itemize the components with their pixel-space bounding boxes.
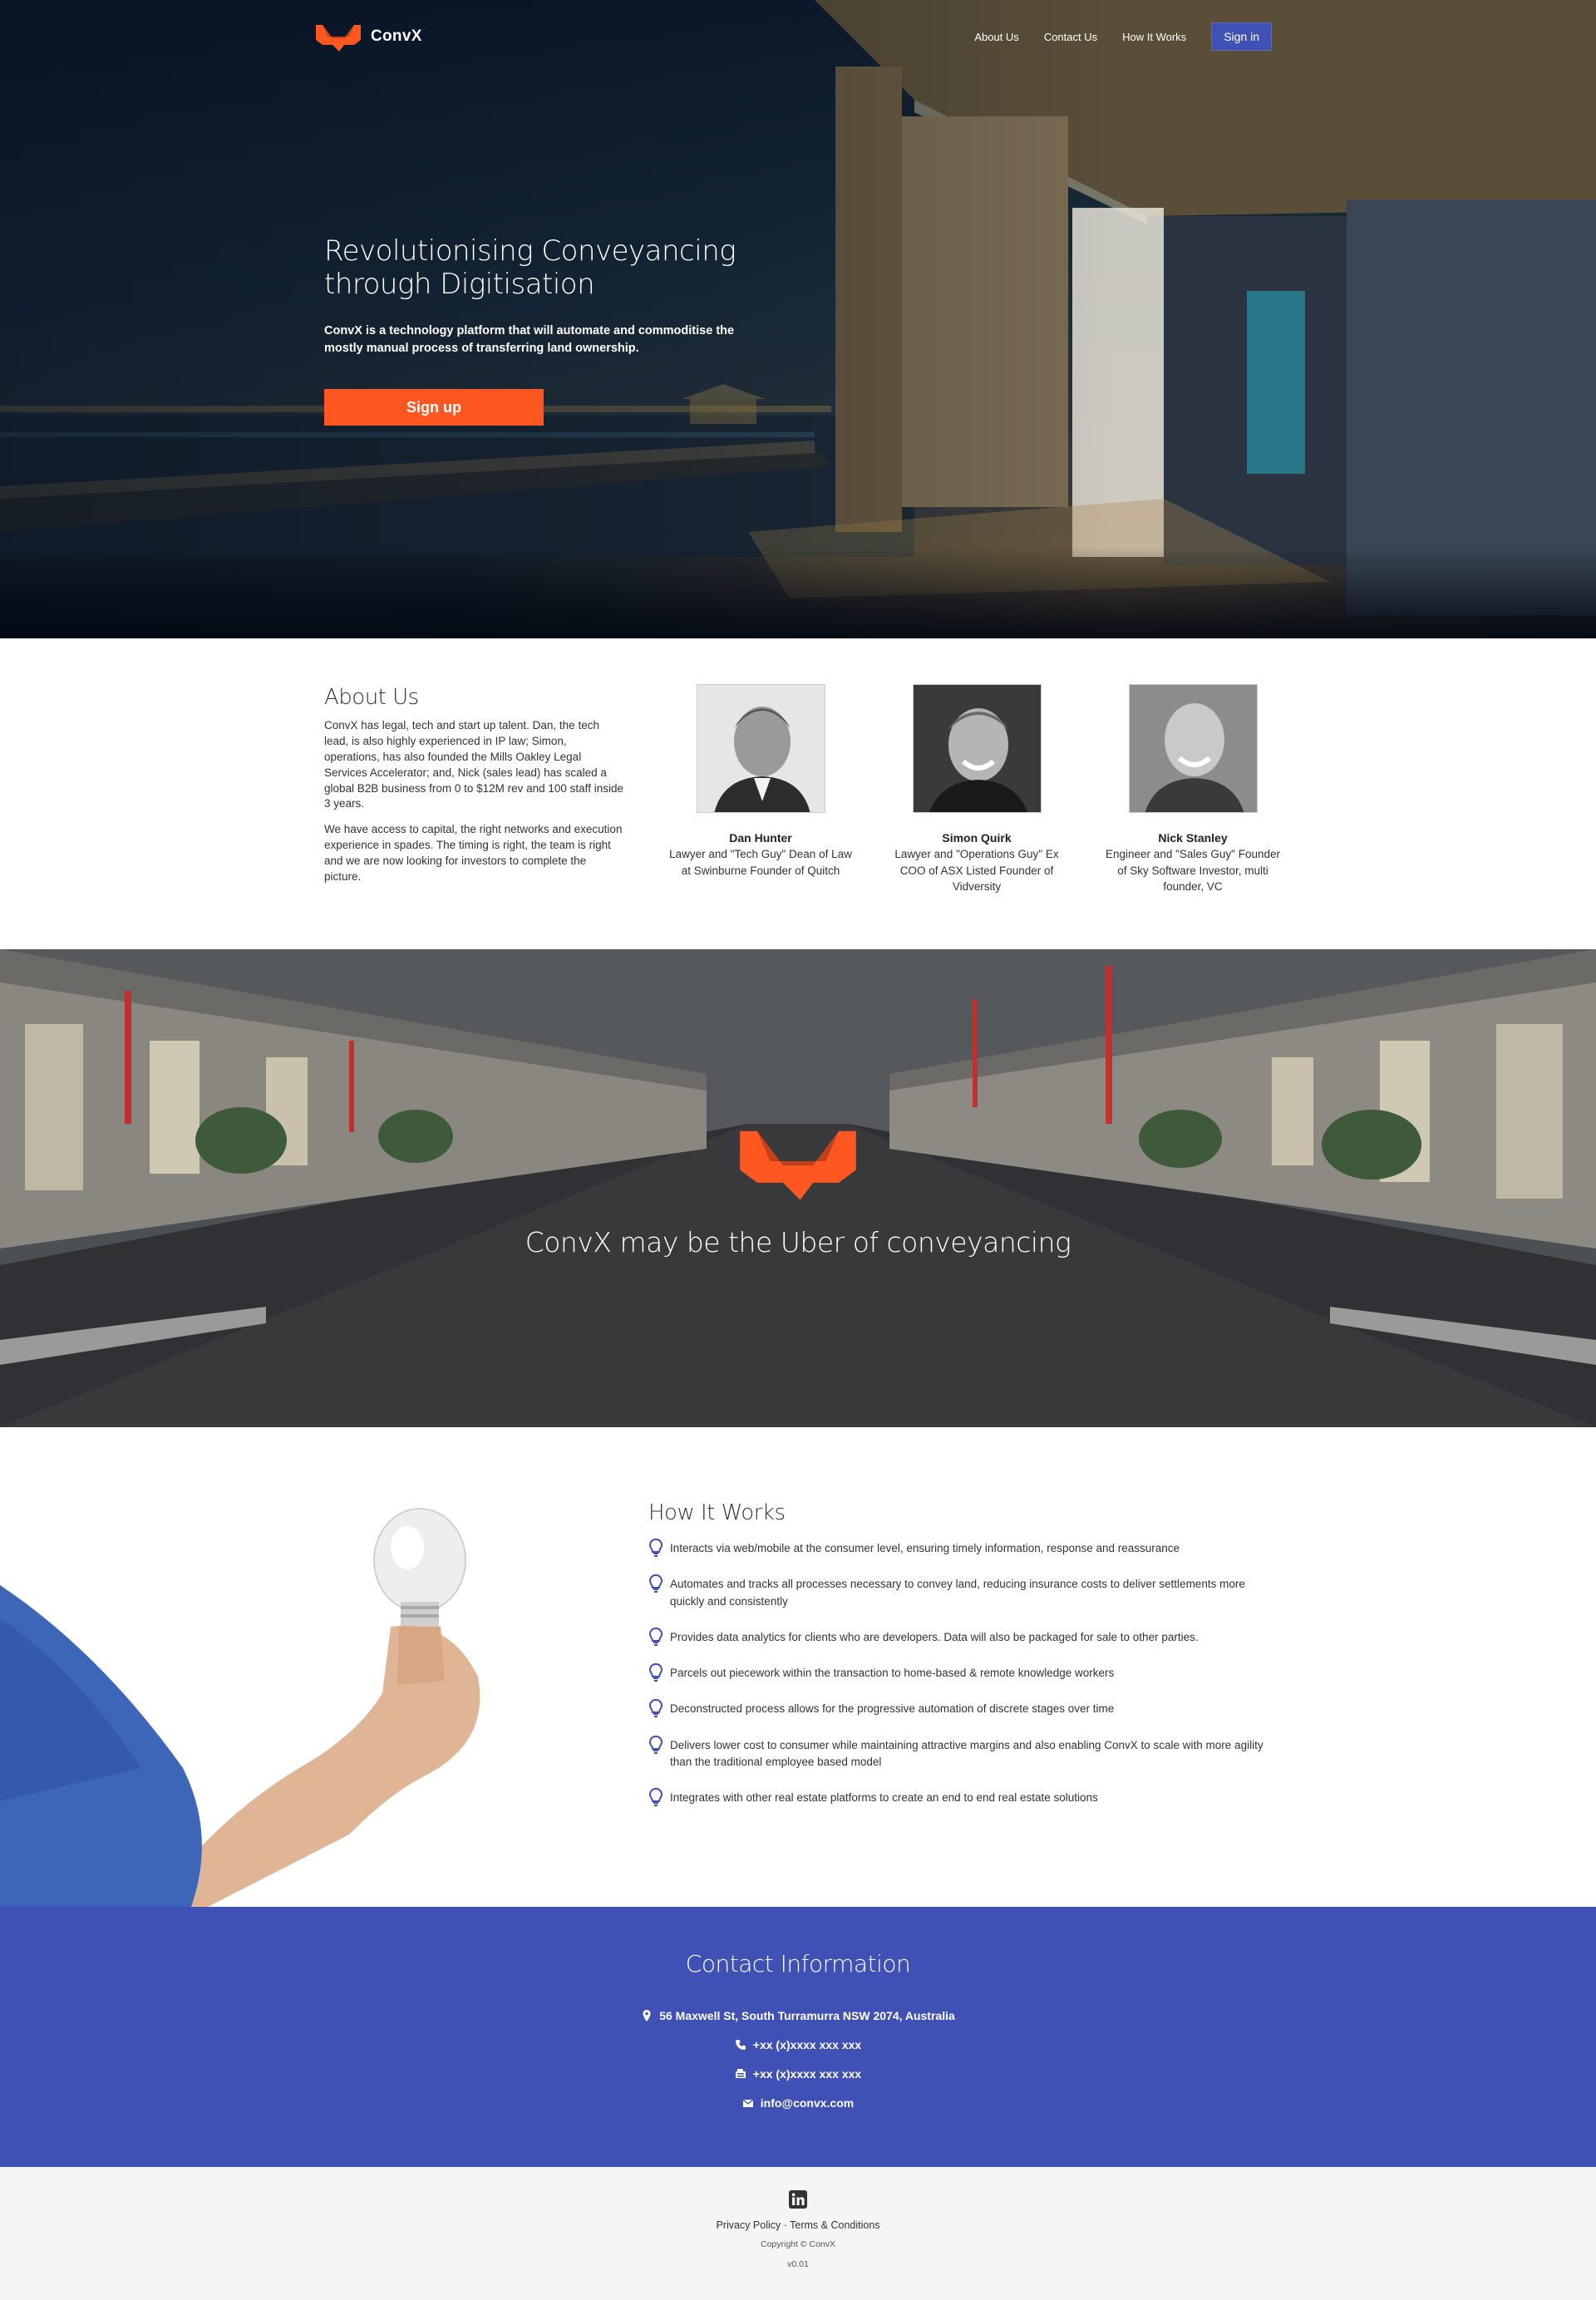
team-members: Dan Hunter Lawyer and "Tech Guy" Dean of… xyxy=(653,684,1301,895)
banner-content: ConvX may be the Uber of conveyancing xyxy=(0,1116,1596,1258)
hero-content: Revolutionising Conveyancing through Dig… xyxy=(324,234,790,426)
list-item: Integrates with other real estate platfo… xyxy=(648,1788,1264,1806)
brand-logo-link[interactable]: ConvX xyxy=(314,20,422,53)
about-paragraph: ConvX has legal, tech and start up talen… xyxy=(324,719,623,810)
list-item: Parcels out piecework within the transac… xyxy=(648,1663,1264,1682)
about-heading: About Us xyxy=(324,685,419,710)
lightbulb-icon xyxy=(648,1627,663,1646)
copyright: Copyright © ConvX xyxy=(760,2239,836,2249)
top-navbar: ConvX About Us Contact Us How It Works S… xyxy=(314,17,1272,57)
contact-section: Contact Information 56 Maxwell St, South… xyxy=(0,1907,1596,2167)
brand-name: ConvX xyxy=(371,27,422,45)
how-it-works-content: How It Works Interacts via web/mobile at… xyxy=(648,1500,1264,1825)
how-item-text: Automates and tracks all processes neces… xyxy=(670,1578,1245,1608)
contact-fax-text: +xx (x)xxxx xxx xxx xyxy=(752,2066,862,2081)
how-heading: How It Works xyxy=(648,1500,786,1525)
contact-phone: +xx (x)xxxx xxx xxx xyxy=(0,2030,1596,2059)
member-role: Lawyer and "Operations Guy" Ex COO of AS… xyxy=(894,848,1059,894)
convx-logo-icon xyxy=(316,25,361,52)
lightbulb-icon xyxy=(648,1539,663,1557)
avatar xyxy=(1128,684,1258,813)
contact-address: 56 Maxwell St, South Turramurra NSW 2074… xyxy=(0,2001,1596,2030)
about-paragraph: We have access to capital, the right net… xyxy=(324,823,623,884)
contact-fax: +xx (x)xxxx xxx xxx xyxy=(0,2059,1596,2088)
fax-icon xyxy=(735,2068,746,2078)
lightbulb-icon xyxy=(648,1788,663,1806)
team-member-simon: Simon Quirk Lawyer and "Operations Guy" … xyxy=(869,684,1085,895)
convx-logo-icon xyxy=(740,1130,856,1200)
lightbulb-icon xyxy=(648,1663,663,1682)
member-name: Dan Hunter xyxy=(729,831,792,845)
member-role: Lawyer and "Tech Guy" Dean of Law at Swi… xyxy=(669,848,852,877)
uber-banner-section: ConvX may be the Uber of conveyancing xyxy=(0,949,1596,1427)
team-member-dan: Dan Hunter Lawyer and "Tech Guy" Dean of… xyxy=(653,684,869,895)
linkedin-icon[interactable] xyxy=(789,2190,807,2209)
hand-holding-lightbulb-image xyxy=(0,1508,480,1907)
nav-links: About Us Contact Us How It Works Sign in xyxy=(949,22,1272,51)
nav-how-it-works[interactable]: How It Works xyxy=(1122,31,1186,43)
footer-links: Privacy Policy · Terms & Conditions xyxy=(0,2219,1596,2231)
contact-phone-text[interactable]: +xx (x)xxxx xxx xxx xyxy=(753,2038,861,2051)
how-item-text: Delivers lower cost to consumer while ma… xyxy=(670,1738,1264,1768)
list-item: Automates and tracks all processes neces… xyxy=(648,1574,1264,1610)
about-text: About Us ConvX has legal, tech and start… xyxy=(324,685,623,895)
footer: Privacy Policy · Terms & Conditions Copy… xyxy=(0,2167,1596,2300)
sign-in-button[interactable]: Sign in xyxy=(1211,22,1272,51)
contact-email: info@convx.com xyxy=(0,2088,1596,2117)
phone-icon xyxy=(735,2039,746,2050)
nav-about-us[interactable]: About Us xyxy=(974,31,1018,43)
how-item-text: Deconstructed process allows for the pro… xyxy=(670,1702,1115,1716)
sign-up-button[interactable]: Sign up xyxy=(324,389,544,426)
list-item: Interacts via web/mobile at the consumer… xyxy=(648,1539,1264,1557)
team-member-nick: Nick Stanley Engineer and "Sales Guy" Fo… xyxy=(1085,684,1301,895)
footer-separator: · xyxy=(781,2219,791,2231)
member-role: Engineer and "Sales Guy" Founder of Sky … xyxy=(1106,848,1280,894)
nav-contact-us[interactable]: Contact Us xyxy=(1044,31,1097,43)
how-it-works-section: How It Works Interacts via web/mobile at… xyxy=(0,1427,1596,1907)
list-item: Delivers lower cost to consumer while ma… xyxy=(648,1735,1264,1771)
envelope-icon xyxy=(742,2098,754,2107)
list-item: Deconstructed process allows for the pro… xyxy=(648,1699,1264,1718)
member-name: Simon Quirk xyxy=(942,831,1012,845)
list-item: Provides data analytics for clients who … xyxy=(648,1627,1264,1646)
contact-email-link[interactable]: info@convx.com xyxy=(761,2096,854,2110)
how-item-text: Interacts via web/mobile at the consumer… xyxy=(670,1542,1180,1554)
version-label: v0.01 xyxy=(787,2259,809,2269)
banner-text: ConvX may be the Uber of conveyancing xyxy=(525,1226,1071,1258)
avatar xyxy=(912,684,1042,813)
how-item-text: Provides data analytics for clients who … xyxy=(670,1630,1199,1643)
hero-subtitle: ConvX is a technology platform that will… xyxy=(324,324,735,356)
privacy-policy-link[interactable]: Privacy Policy xyxy=(716,2219,781,2231)
about-section: About Us ConvX has legal, tech and start… xyxy=(0,638,1596,949)
how-list: Interacts via web/mobile at the consumer… xyxy=(648,1539,1264,1806)
contact-heading: Contact Information xyxy=(685,1950,911,1977)
lightbulb-icon xyxy=(648,1574,663,1593)
avatar xyxy=(696,684,825,813)
how-item-text: Parcels out piecework within the transac… xyxy=(670,1667,1115,1679)
terms-link[interactable]: Terms & Conditions xyxy=(790,2219,879,2231)
map-marker-icon xyxy=(643,2009,651,2022)
lightbulb-icon xyxy=(648,1699,663,1718)
lightbulb-icon xyxy=(648,1735,663,1754)
member-name: Nick Stanley xyxy=(1158,831,1228,845)
how-item-text: Integrates with other real estate platfo… xyxy=(670,1791,1098,1804)
hero-title: Revolutionising Conveyancing through Dig… xyxy=(324,234,736,302)
hero-section: ConvX About Us Contact Us How It Works S… xyxy=(0,0,1596,638)
contact-address-text: 56 Maxwell St, South Turramurra NSW 2074… xyxy=(659,2008,955,2022)
